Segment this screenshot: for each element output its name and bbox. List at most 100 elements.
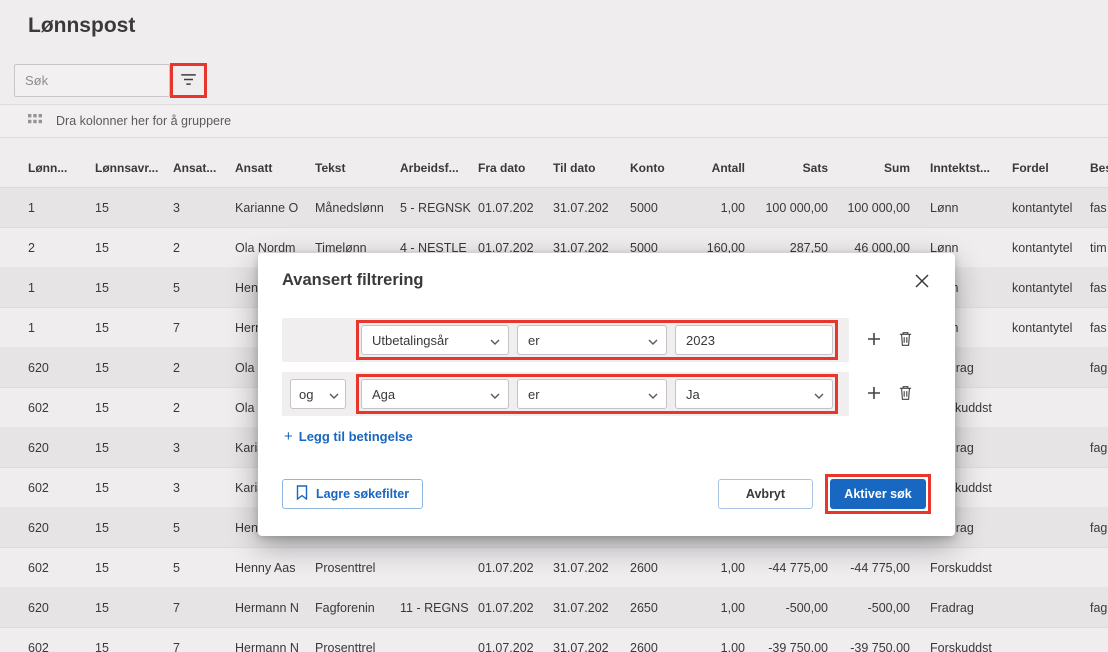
delete-condition-button[interactable] <box>898 330 913 350</box>
table-cell: -500,00 <box>745 601 828 615</box>
table-row[interactable]: 602157Hermann NProsenttrel01.07.20231.07… <box>0 628 1108 652</box>
table-cell: 620 <box>28 361 95 375</box>
group-by-hint: Dra kolonner her for å gruppere <box>56 114 231 128</box>
filter-field-select[interactable]: Aga <box>361 379 509 409</box>
conjunction-select[interactable]: og <box>290 379 346 409</box>
table-cell: 3 <box>173 201 235 215</box>
column-header[interactable]: Lønnsavr... <box>95 161 173 175</box>
table-cell: Forskuddst <box>930 641 1012 652</box>
apply-annotation-box: Aktiver søk <box>825 474 931 514</box>
table-cell: 3 <box>173 441 235 455</box>
condition-strip: Utbetalingsår er <box>282 318 849 362</box>
close-icon <box>915 274 929 291</box>
table-cell: 15 <box>95 561 173 575</box>
chevron-down-icon <box>814 387 824 402</box>
condition-strip: og Aga er <box>282 372 849 416</box>
table-cell: 620 <box>28 601 95 615</box>
column-header[interactable]: Sats <box>745 161 828 175</box>
column-header[interactable]: Til dato <box>553 161 630 175</box>
column-header[interactable]: Fordel <box>1012 161 1090 175</box>
table-cell: 2600 <box>630 641 685 652</box>
advanced-filter-button[interactable] <box>174 67 203 94</box>
filter-operator-select[interactable]: er <box>517 379 667 409</box>
table-cell: 31.07.202 <box>553 641 630 652</box>
search-input[interactable] <box>14 64 170 97</box>
table-cell: Lønn <box>930 201 1012 215</box>
group-by-bar[interactable]: Dra kolonner her for å gruppere <box>0 104 1108 138</box>
plus-icon <box>867 386 881 403</box>
table-cell: 15 <box>95 281 173 295</box>
condition-annotation-box: Utbetalingsår er <box>356 320 838 360</box>
filter-operator-select[interactable]: er <box>517 325 667 355</box>
column-header[interactable]: Konto <box>630 161 685 175</box>
table-cell: tim <box>1090 241 1108 255</box>
table-cell: fag <box>1090 441 1108 455</box>
column-header[interactable]: Ansatt <box>235 161 315 175</box>
table-cell: fas <box>1090 201 1108 215</box>
table-cell: 15 <box>95 601 173 615</box>
table-cell: 2 <box>173 241 235 255</box>
close-button[interactable] <box>913 273 931 291</box>
table-cell: 602 <box>28 401 95 415</box>
table-cell: 31.07.202 <box>553 561 630 575</box>
column-header[interactable]: Arbeidsf... <box>400 161 478 175</box>
conjunction-placeholder <box>290 325 346 355</box>
condition-annotation-box: Aga er Ja <box>356 374 838 414</box>
plus-icon <box>867 332 881 349</box>
table-cell: 100 000,00 <box>828 201 930 215</box>
table-cell: -39 750,00 <box>745 641 828 652</box>
table-cell: 1 <box>28 321 95 335</box>
save-search-filter-label: Lagre søkefilter <box>316 487 409 501</box>
column-header[interactable]: Lønn... <box>28 161 95 175</box>
filter-field-value: Aga <box>372 387 395 402</box>
table-cell: 15 <box>95 241 173 255</box>
table-cell: -500,00 <box>828 601 930 615</box>
filter-value-input[interactable] <box>675 325 833 355</box>
column-header[interactable]: Bes... <box>1090 161 1108 175</box>
add-condition-button[interactable] <box>867 386 881 403</box>
table-cell: 7 <box>173 601 235 615</box>
table-cell: 15 <box>95 521 173 535</box>
table-header-row: Lønn...Lønnsavr...Ansat...AnsattTekstArb… <box>0 148 1108 187</box>
table-row[interactable]: 602155Henny AasProsenttrel01.07.20231.07… <box>0 548 1108 588</box>
table-cell: Månedslønn <box>315 201 400 215</box>
table-cell: 5000 <box>630 201 685 215</box>
column-header[interactable]: Inntektst... <box>930 161 1012 175</box>
add-condition-button[interactable] <box>867 332 881 349</box>
filter-field-select[interactable]: Utbetalingsår <box>361 325 509 355</box>
table-cell: 7 <box>173 321 235 335</box>
column-header[interactable]: Antall <box>685 161 745 175</box>
column-header[interactable]: Fra dato <box>478 161 553 175</box>
table-cell: Prosenttrel <box>315 641 400 652</box>
table-cell: -39 750,00 <box>828 641 930 652</box>
table-cell: fas <box>1090 281 1108 295</box>
trash-icon <box>898 384 913 404</box>
condition-row: og Aga er <box>282 372 913 416</box>
filter-value-select[interactable]: Ja <box>675 379 833 409</box>
table-cell: 5 <box>173 561 235 575</box>
filter-value-text: Ja <box>686 387 700 402</box>
table-row[interactable]: 1153Karianne OMånedslønn5 - REGNSK01.07.… <box>0 188 1108 228</box>
column-header[interactable]: Tekst <box>315 161 400 175</box>
table-cell: 1 <box>28 201 95 215</box>
table-row[interactable]: 620157Hermann NFagforenin11 - REGNS01.07… <box>0 588 1108 628</box>
table-cell: 1,00 <box>685 561 745 575</box>
table-cell: 1,00 <box>685 641 745 652</box>
apply-search-button[interactable]: Aktiver søk <box>830 479 926 509</box>
column-header[interactable]: Ansat... <box>173 161 235 175</box>
add-condition-link[interactable]: + Legg til betingelse <box>284 429 413 444</box>
table-header: Lønn...Lønnsavr...Ansat...AnsattTekstArb… <box>0 148 1108 188</box>
table-cell: 01.07.202 <box>478 641 553 652</box>
filter-field-value: Utbetalingsår <box>372 333 449 348</box>
table-cell: 2 <box>28 241 95 255</box>
table-cell: 15 <box>95 321 173 335</box>
cancel-button[interactable]: Avbryt <box>718 479 813 509</box>
table-cell: 2650 <box>630 601 685 615</box>
table-cell: Karianne O <box>235 201 315 215</box>
table-cell: 7 <box>173 641 235 652</box>
table-cell: 01.07.202 <box>478 201 553 215</box>
delete-condition-button[interactable] <box>898 384 913 404</box>
table-cell: fas <box>1090 321 1108 335</box>
save-search-filter-button[interactable]: Lagre søkefilter <box>282 479 423 509</box>
column-header[interactable]: Sum <box>828 161 930 175</box>
